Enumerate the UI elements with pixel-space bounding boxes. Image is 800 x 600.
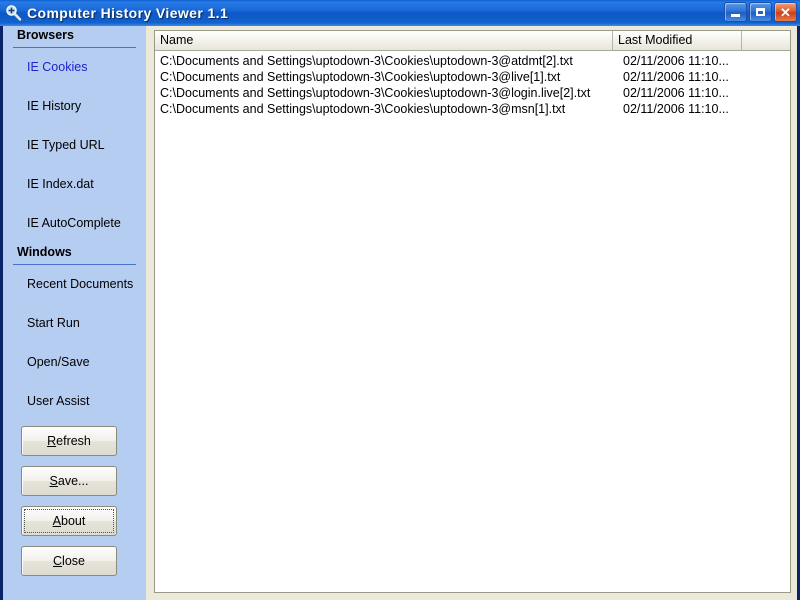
sidebar-item-start-run[interactable]: Start Run — [3, 304, 146, 343]
maximize-button[interactable] — [749, 2, 772, 22]
table-row[interactable]: C:\Documents and Settings\uptodown-3\Coo… — [155, 85, 790, 101]
magnifier-plus-icon — [4, 4, 22, 22]
sidebar-header-browsers: Browsers — [17, 28, 74, 42]
cell-last-modified: 02/11/2006 11:10... — [623, 86, 729, 100]
about-button[interactable]: About — [21, 506, 117, 536]
focus-ring — [24, 509, 114, 533]
history-list-view[interactable]: Name Last Modified C:\Documents and Sett… — [154, 30, 791, 593]
sidebar-header-windows: Windows — [17, 245, 72, 259]
cell-last-modified: 02/11/2006 11:10... — [623, 70, 729, 84]
cell-last-modified: 02/11/2006 11:10... — [623, 102, 729, 116]
sidebar-item-ie-index-dat[interactable]: IE Index.dat — [3, 165, 146, 204]
sidebar: Browsers IE Cookies IE History IE Typed … — [3, 26, 146, 600]
sidebar-item-open-save[interactable]: Open/Save — [3, 343, 146, 382]
sidebar-item-ie-typed-url[interactable]: IE Typed URL — [3, 126, 146, 165]
save-button-label: Save... — [49, 474, 89, 488]
application-window: Computer History Viewer 1.1 ✕ Browsers I… — [0, 0, 800, 600]
window-title: Computer History Viewer 1.1 — [27, 5, 229, 21]
sidebar-section-browsers: Browsers IE Cookies IE History IE Typed … — [3, 26, 146, 243]
list-header-row: Name Last Modified — [155, 31, 790, 51]
cell-last-modified: 02/11/2006 11:10... — [623, 54, 729, 68]
column-header-extra[interactable] — [742, 31, 790, 50]
close-icon: ✕ — [780, 4, 791, 20]
refresh-button-label: Refresh — [47, 434, 91, 448]
sidebar-item-ie-history[interactable]: IE History — [3, 87, 146, 126]
cell-name: C:\Documents and Settings\uptodown-3\Coo… — [160, 86, 591, 100]
list-body: C:\Documents and Settings\uptodown-3\Coo… — [155, 51, 790, 117]
table-row[interactable]: C:\Documents and Settings\uptodown-3\Coo… — [155, 53, 790, 69]
maximize-icon — [756, 8, 765, 16]
sidebar-item-ie-cookies[interactable]: IE Cookies — [3, 48, 146, 87]
close-button-label: Close — [53, 554, 85, 568]
column-header-name[interactable]: Name — [155, 31, 613, 50]
title-bar[interactable]: Computer History Viewer 1.1 ✕ — [0, 0, 800, 26]
cell-name: C:\Documents and Settings\uptodown-3\Coo… — [160, 70, 561, 84]
save-button[interactable]: Save... — [21, 466, 117, 496]
cell-name: C:\Documents and Settings\uptodown-3\Coo… — [160, 102, 566, 116]
sidebar-item-user-assist[interactable]: User Assist — [3, 382, 146, 421]
table-row[interactable]: C:\Documents and Settings\uptodown-3\Coo… — [155, 101, 790, 117]
close-window-button[interactable]: Close — [21, 546, 117, 576]
close-button[interactable]: ✕ — [774, 2, 797, 22]
sidebar-section-windows: Windows Recent Documents Start Run Open/… — [3, 243, 146, 421]
minimize-icon — [731, 14, 740, 17]
table-row[interactable]: C:\Documents and Settings\uptodown-3\Coo… — [155, 69, 790, 85]
column-header-last-modified[interactable]: Last Modified — [613, 31, 742, 50]
cell-name: C:\Documents and Settings\uptodown-3\Coo… — [160, 54, 573, 68]
refresh-button[interactable]: Refresh — [21, 426, 117, 456]
sidebar-item-ie-autocomplete[interactable]: IE AutoComplete — [3, 204, 146, 243]
window-controls: ✕ — [724, 2, 797, 22]
client-area: Browsers IE Cookies IE History IE Typed … — [3, 26, 797, 600]
minimize-button[interactable] — [724, 2, 747, 22]
sidebar-buttons: Refresh Save... About Close — [21, 426, 125, 586]
sidebar-item-recent-documents[interactable]: Recent Documents — [3, 265, 146, 304]
